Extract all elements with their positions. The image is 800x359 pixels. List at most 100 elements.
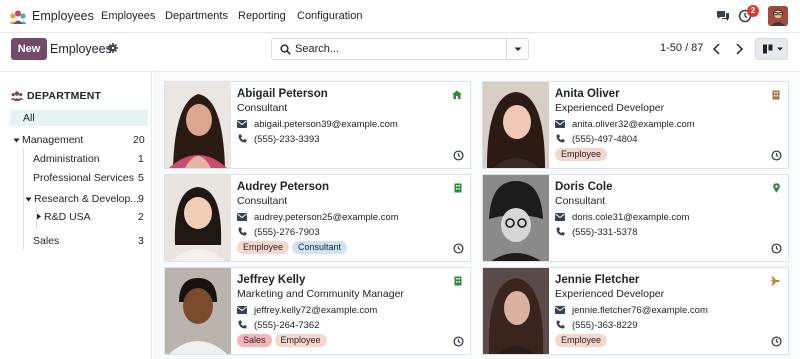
employee-name[interactable]: Jennie Fletcher	[555, 274, 639, 286]
activity-clock-icon[interactable]	[453, 336, 464, 347]
gear-icon[interactable]	[108, 43, 118, 53]
department-count: 3	[138, 235, 144, 247]
employee-email[interactable]: audrey.peterson25@example.com	[254, 212, 399, 223]
employee-phone[interactable]: (555)-264-7362	[254, 320, 320, 331]
employee-phone[interactable]: (555)-497-4804	[572, 134, 638, 145]
caret-right-icon[interactable]	[36, 213, 42, 220]
caret-down-icon	[514, 47, 522, 51]
employee-photo	[483, 268, 549, 354]
department-count: 20	[133, 134, 145, 146]
phone-icon	[556, 227, 565, 236]
employee-card[interactable]: Jennie Fletcher Experienced Developer je…	[482, 267, 789, 355]
office-icon	[772, 90, 780, 100]
menu-employees[interactable]: Employees	[101, 10, 155, 22]
department-administration[interactable]: Administration	[33, 153, 100, 165]
activity-count-badge: 2	[747, 5, 759, 17]
phone-icon	[238, 227, 247, 236]
activity-clock-icon[interactable]	[771, 336, 782, 347]
envelope-icon	[237, 213, 247, 221]
phone-icon	[556, 320, 565, 329]
envelope-icon	[555, 120, 565, 128]
menu-configuration[interactable]: Configuration	[297, 10, 362, 22]
employee-tags: Employee	[555, 148, 608, 161]
department-management[interactable]: Management	[22, 134, 83, 146]
department-professional-services[interactable]: Professional Services	[33, 172, 134, 184]
top-navbar: Employees Employees Departments Reportin…	[0, 0, 800, 33]
employee-phone[interactable]: (555)-276-7903	[254, 227, 320, 238]
tag-employee: Employee	[237, 241, 290, 254]
employee-job-title: Consultant	[555, 195, 606, 207]
employee-name[interactable]: Audrey Peterson	[237, 181, 329, 193]
employee-name[interactable]: Doris Cole	[555, 181, 613, 193]
page-title: Employees	[50, 42, 112, 56]
department-count: 1	[138, 153, 144, 165]
department-heading: DEPARTMENT	[27, 90, 102, 102]
caret-down-icon[interactable]	[25, 196, 32, 203]
next-page-icon[interactable]	[729, 39, 749, 59]
tree-line	[23, 148, 24, 250]
phone-icon	[556, 134, 565, 143]
home-icon	[452, 90, 462, 99]
employee-phone[interactable]: (555)-233-3393	[254, 134, 320, 145]
department-rnd-usa[interactable]: R&D USA	[44, 211, 91, 223]
search-options-toggle[interactable]	[506, 39, 528, 59]
employee-job-title: Consultant	[237, 195, 288, 207]
activity-clock-icon[interactable]	[453, 243, 464, 254]
search-icon	[280, 44, 291, 55]
phone-icon	[238, 320, 247, 329]
employee-name[interactable]: Jeffrey Kelly	[237, 274, 305, 286]
app-name[interactable]: Employees	[32, 9, 94, 23]
tag-employee: Employee	[555, 148, 608, 161]
employee-email[interactable]: doris.cole31@example.com	[572, 212, 689, 223]
search-bar[interactable]	[271, 38, 529, 60]
employee-email[interactable]: anita.oliver32@example.com	[572, 119, 695, 130]
department-all-label: All	[23, 112, 35, 124]
employee-name[interactable]: Abigail Peterson	[237, 88, 328, 100]
employee-card[interactable]: Audrey Peterson Consultant audrey.peters…	[164, 174, 471, 262]
employee-card[interactable]: Anita Oliver Experienced Developer anita…	[482, 81, 789, 169]
menu-reporting[interactable]: Reporting	[238, 10, 286, 22]
department-all[interactable]: All	[10, 110, 148, 126]
user-avatar[interactable]	[768, 6, 788, 26]
employee-name[interactable]: Anita Oliver	[555, 88, 620, 100]
activity-clock-icon[interactable]	[771, 150, 782, 161]
employee-email[interactable]: abigail.peterson39@example.com	[254, 119, 398, 130]
building-icon	[454, 183, 462, 193]
employee-phone[interactable]: (555)-331-5378	[572, 227, 638, 238]
employee-tags: Employee	[555, 334, 608, 347]
employee-job-title: Experienced Developer	[555, 102, 665, 114]
new-button[interactable]: New	[11, 38, 47, 60]
activity-clock-icon[interactable]	[453, 150, 464, 161]
department-sales[interactable]: Sales	[33, 235, 59, 247]
pager-value[interactable]: 1-50 / 87	[660, 42, 703, 54]
previous-page-icon[interactable]	[707, 39, 727, 59]
employee-tags: Employee Consultant	[237, 241, 348, 254]
building-icon	[454, 276, 462, 286]
activity-clock-icon[interactable]	[771, 243, 782, 254]
department-research-development[interactable]: Research & Develop...	[34, 193, 139, 205]
location-pin-icon	[773, 183, 780, 193]
employee-job-title: Consultant	[237, 102, 288, 114]
messages-icon[interactable]	[716, 10, 730, 22]
employee-photo	[483, 82, 549, 168]
search-input[interactable]	[295, 42, 505, 56]
employee-card[interactable]: Doris Cole Consultant doris.cole31@examp…	[482, 174, 789, 262]
employee-card[interactable]: Jeffrey Kelly Marketing and Community Ma…	[164, 267, 471, 355]
envelope-icon	[237, 306, 247, 314]
kanban-area: Abigail Peterson Consultant abigail.pete…	[153, 71, 800, 359]
caret-down-icon[interactable]	[13, 137, 20, 144]
employee-tags: Sales Employee	[237, 334, 327, 347]
employees-app-icon[interactable]	[9, 10, 27, 24]
employee-photo	[483, 175, 549, 261]
tag-consultant: Consultant	[292, 241, 348, 254]
employee-photo	[165, 82, 231, 168]
employee-phone[interactable]: (555)-363-8229	[572, 320, 638, 331]
employee-email[interactable]: jeffrey.kelly72@example.com	[254, 305, 377, 316]
view-switcher-button[interactable]	[755, 38, 788, 60]
envelope-icon	[237, 120, 247, 128]
employee-email[interactable]: jennie.fletcher76@example.com	[572, 305, 708, 316]
employee-card[interactable]: Abigail Peterson Consultant abigail.pete…	[164, 81, 471, 169]
envelope-icon	[555, 213, 565, 221]
menu-departments[interactable]: Departments	[165, 10, 228, 22]
kanban-view-icon	[763, 44, 783, 54]
